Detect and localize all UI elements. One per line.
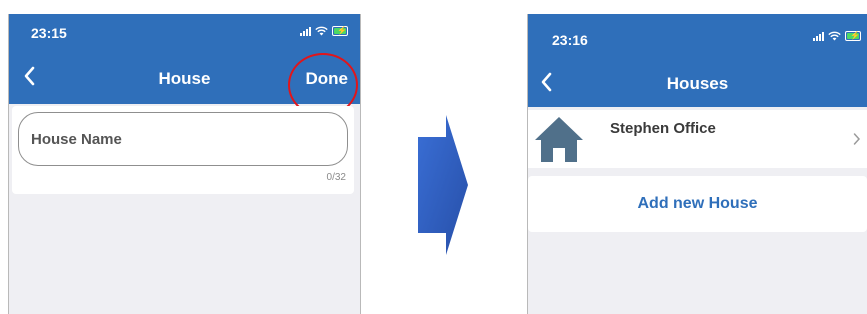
- wifi-icon: [315, 26, 328, 36]
- screen-after: 23:16 ⚡ Houses Stephen Office Add new Ho…: [527, 14, 867, 314]
- house-list-item[interactable]: Stephen Office: [528, 110, 867, 168]
- battery-charging-icon: ⚡: [332, 26, 348, 36]
- status-time: 23:16: [552, 32, 588, 48]
- signal-icon: [300, 26, 311, 36]
- wifi-icon: [828, 31, 841, 41]
- char-counter: 0/32: [326, 172, 346, 183]
- house-name: Stephen Office: [610, 120, 716, 137]
- status-time: 23:15: [31, 25, 67, 41]
- signal-icon: [813, 31, 824, 41]
- house-name-input[interactable]: [18, 112, 348, 166]
- navigation-header: 23:16 ⚡ Houses: [528, 14, 867, 107]
- chevron-right-icon: [853, 133, 861, 145]
- battery-charging-icon: ⚡: [845, 31, 861, 41]
- page-title: Houses: [666, 74, 729, 93]
- screen-before: 23:15 ⚡ House Done 0/32: [8, 14, 361, 314]
- status-icons: ⚡: [300, 26, 348, 36]
- navigation-header: 23:15 ⚡ House Done: [9, 14, 360, 117]
- house-icon: [535, 117, 583, 162]
- transition-arrow-icon: [418, 115, 468, 255]
- status-icons: ⚡: [813, 31, 861, 41]
- add-new-house-button[interactable]: Add new House: [528, 176, 867, 232]
- house-form-card: 0/32: [12, 106, 354, 194]
